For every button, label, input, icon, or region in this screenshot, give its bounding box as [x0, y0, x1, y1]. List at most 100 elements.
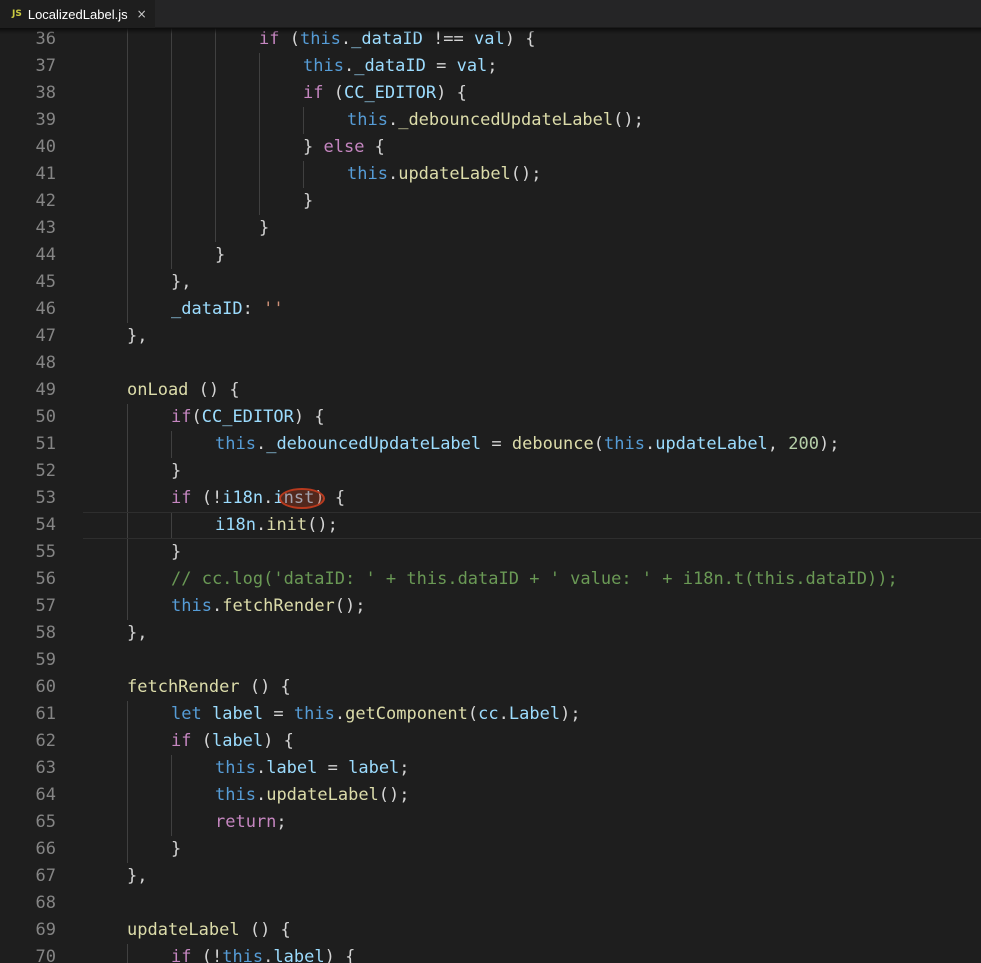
code-token: _debouncedUpdateLabel: [398, 110, 614, 130]
editor-tab-bar: JS LocalizedLabel.js ×: [0, 0, 981, 28]
code-line[interactable]: 69 updateLabel () {: [0, 917, 981, 944]
code-text: if (CC_EDITOR) {: [303, 80, 467, 107]
code-line[interactable]: 40} else {: [0, 134, 981, 161]
code-line[interactable]: 51 this._debouncedUpdateLabel = debounce(…: [0, 431, 981, 458]
code-line[interactable]: 65 return;: [0, 809, 981, 836]
code-text: if (label) {: [171, 728, 294, 755]
indent-guide: [127, 809, 128, 836]
indent-guide: [127, 161, 128, 188]
close-icon[interactable]: ×: [137, 7, 147, 21]
code-token: this: [604, 434, 645, 454]
code-line[interactable]: 63 this.label = label;: [0, 755, 981, 782]
indent-guide: [171, 431, 172, 458]
code-line[interactable]: 67},: [0, 863, 981, 890]
code-text: i18n.init();: [215, 512, 338, 539]
code-token: ) {: [293, 407, 325, 427]
code-line[interactable]: 53 if (!i18n.inst) {: [0, 485, 981, 512]
code-line[interactable]: 55}: [0, 539, 981, 566]
indent-guide: [127, 431, 128, 458]
code-editor[interactable]: 36 if (this._dataID !== val) {37 this._dat…: [0, 28, 981, 963]
code-line[interactable]: 57 this.fetchRender();: [0, 593, 981, 620]
code-token: this: [293, 704, 335, 724]
javascript-file-icon: JS: [12, 9, 22, 19]
indent-guide: [171, 53, 172, 80]
line-number: 62: [35, 731, 56, 751]
code-line[interactable]: 41 this.updateLabel();: [0, 161, 981, 188]
code-text: }: [215, 242, 225, 269]
code-token: () {: [188, 380, 240, 400]
indent-guide: [171, 782, 172, 809]
code-line[interactable]: 66}: [0, 836, 981, 863]
code-text: _dataID: '': [171, 296, 284, 323]
code-line[interactable]: 58},: [0, 620, 981, 647]
code-line[interactable]: 64 this.updateLabel();: [0, 782, 981, 809]
code-token: (!: [191, 947, 223, 963]
code-token: debounce: [511, 434, 594, 454]
code-token: ,: [767, 434, 789, 454]
code-line[interactable]: 52}: [0, 458, 981, 485]
code-line[interactable]: 54 i18n.init();: [0, 512, 981, 539]
code-token: .: [255, 434, 267, 454]
code-line[interactable]: 39 this._debouncedUpdateLabel();: [0, 107, 981, 134]
code-token: ;: [276, 812, 287, 832]
code-text: }: [259, 215, 269, 242]
code-line[interactable]: 47},: [0, 323, 981, 350]
code-token: cc: [478, 704, 499, 724]
code-token: ();: [378, 785, 410, 805]
code-token: ();: [613, 110, 644, 130]
code-text: onLoad () {: [127, 377, 240, 404]
indent-guide: [171, 188, 172, 215]
code-text: this._debouncedUpdateLabel();: [347, 107, 644, 134]
line-number: 53: [35, 488, 56, 508]
code-line[interactable]: 48: [0, 350, 981, 377]
indent-guide: [171, 512, 172, 539]
indent-guide: [127, 215, 128, 242]
code-token: label: [211, 731, 264, 751]
code-token: }: [303, 137, 324, 157]
code-line[interactable]: 56 // cc.log('dataID: ' + this.dataID + '…: [0, 566, 981, 593]
indent-guide: [127, 944, 128, 963]
line-number: 55: [35, 542, 56, 562]
code-token: _dataID: [354, 56, 426, 76]
code-line[interactable]: 49 onLoad () {: [0, 377, 981, 404]
code-token: if: [171, 947, 192, 963]
tab-localizedlabel-js[interactable]: JS LocalizedLabel.js ×: [0, 0, 155, 28]
code-token: onLoad: [127, 380, 189, 400]
code-line[interactable]: 60 fetchRender () {: [0, 674, 981, 701]
indent-guide: [171, 107, 172, 134]
line-number: 66: [35, 839, 56, 859]
code-line[interactable]: 61 let label = this.getComponent(cc.Label…: [0, 701, 981, 728]
code-line[interactable]: 42}: [0, 188, 981, 215]
code-token: },: [127, 866, 148, 886]
line-number: 58: [35, 623, 56, 643]
code-line[interactable]: 59: [0, 647, 981, 674]
code-line[interactable]: 37 this._dataID = val;: [0, 53, 981, 80]
code-line[interactable]: 43}: [0, 215, 981, 242]
code-line[interactable]: 50 if(CC_EDITOR) {: [0, 404, 981, 431]
code-token: label: [211, 704, 264, 724]
code-token: }: [259, 218, 270, 238]
code-token: =: [481, 434, 512, 454]
indent-guide: [127, 728, 128, 755]
code-line[interactable]: 70 if (!this.label) {: [0, 944, 981, 963]
code-token: let: [171, 704, 202, 724]
code-token: ) {: [436, 83, 467, 103]
indent-guide: [127, 188, 128, 215]
code-line[interactable]: 38 if (CC_EDITOR) {: [0, 80, 981, 107]
code-token: i18n: [222, 488, 264, 508]
code-text: fetchRender () {: [127, 674, 291, 701]
code-line[interactable]: 62 if (label) {: [0, 728, 981, 755]
code-token: .: [498, 704, 509, 724]
code-token: 200: [788, 434, 819, 454]
code-line[interactable]: 68: [0, 890, 981, 917]
line-number: 41: [35, 164, 56, 184]
code-line[interactable]: 45},: [0, 269, 981, 296]
code-token: }: [171, 461, 182, 481]
code-token: fetchRender: [222, 596, 335, 616]
code-token: CC_EDITOR: [201, 407, 294, 427]
code-token: ) {: [263, 731, 294, 751]
code-token: label: [273, 947, 325, 963]
code-line[interactable]: 44}: [0, 242, 981, 269]
code-line[interactable]: 46 _dataID: '': [0, 296, 981, 323]
